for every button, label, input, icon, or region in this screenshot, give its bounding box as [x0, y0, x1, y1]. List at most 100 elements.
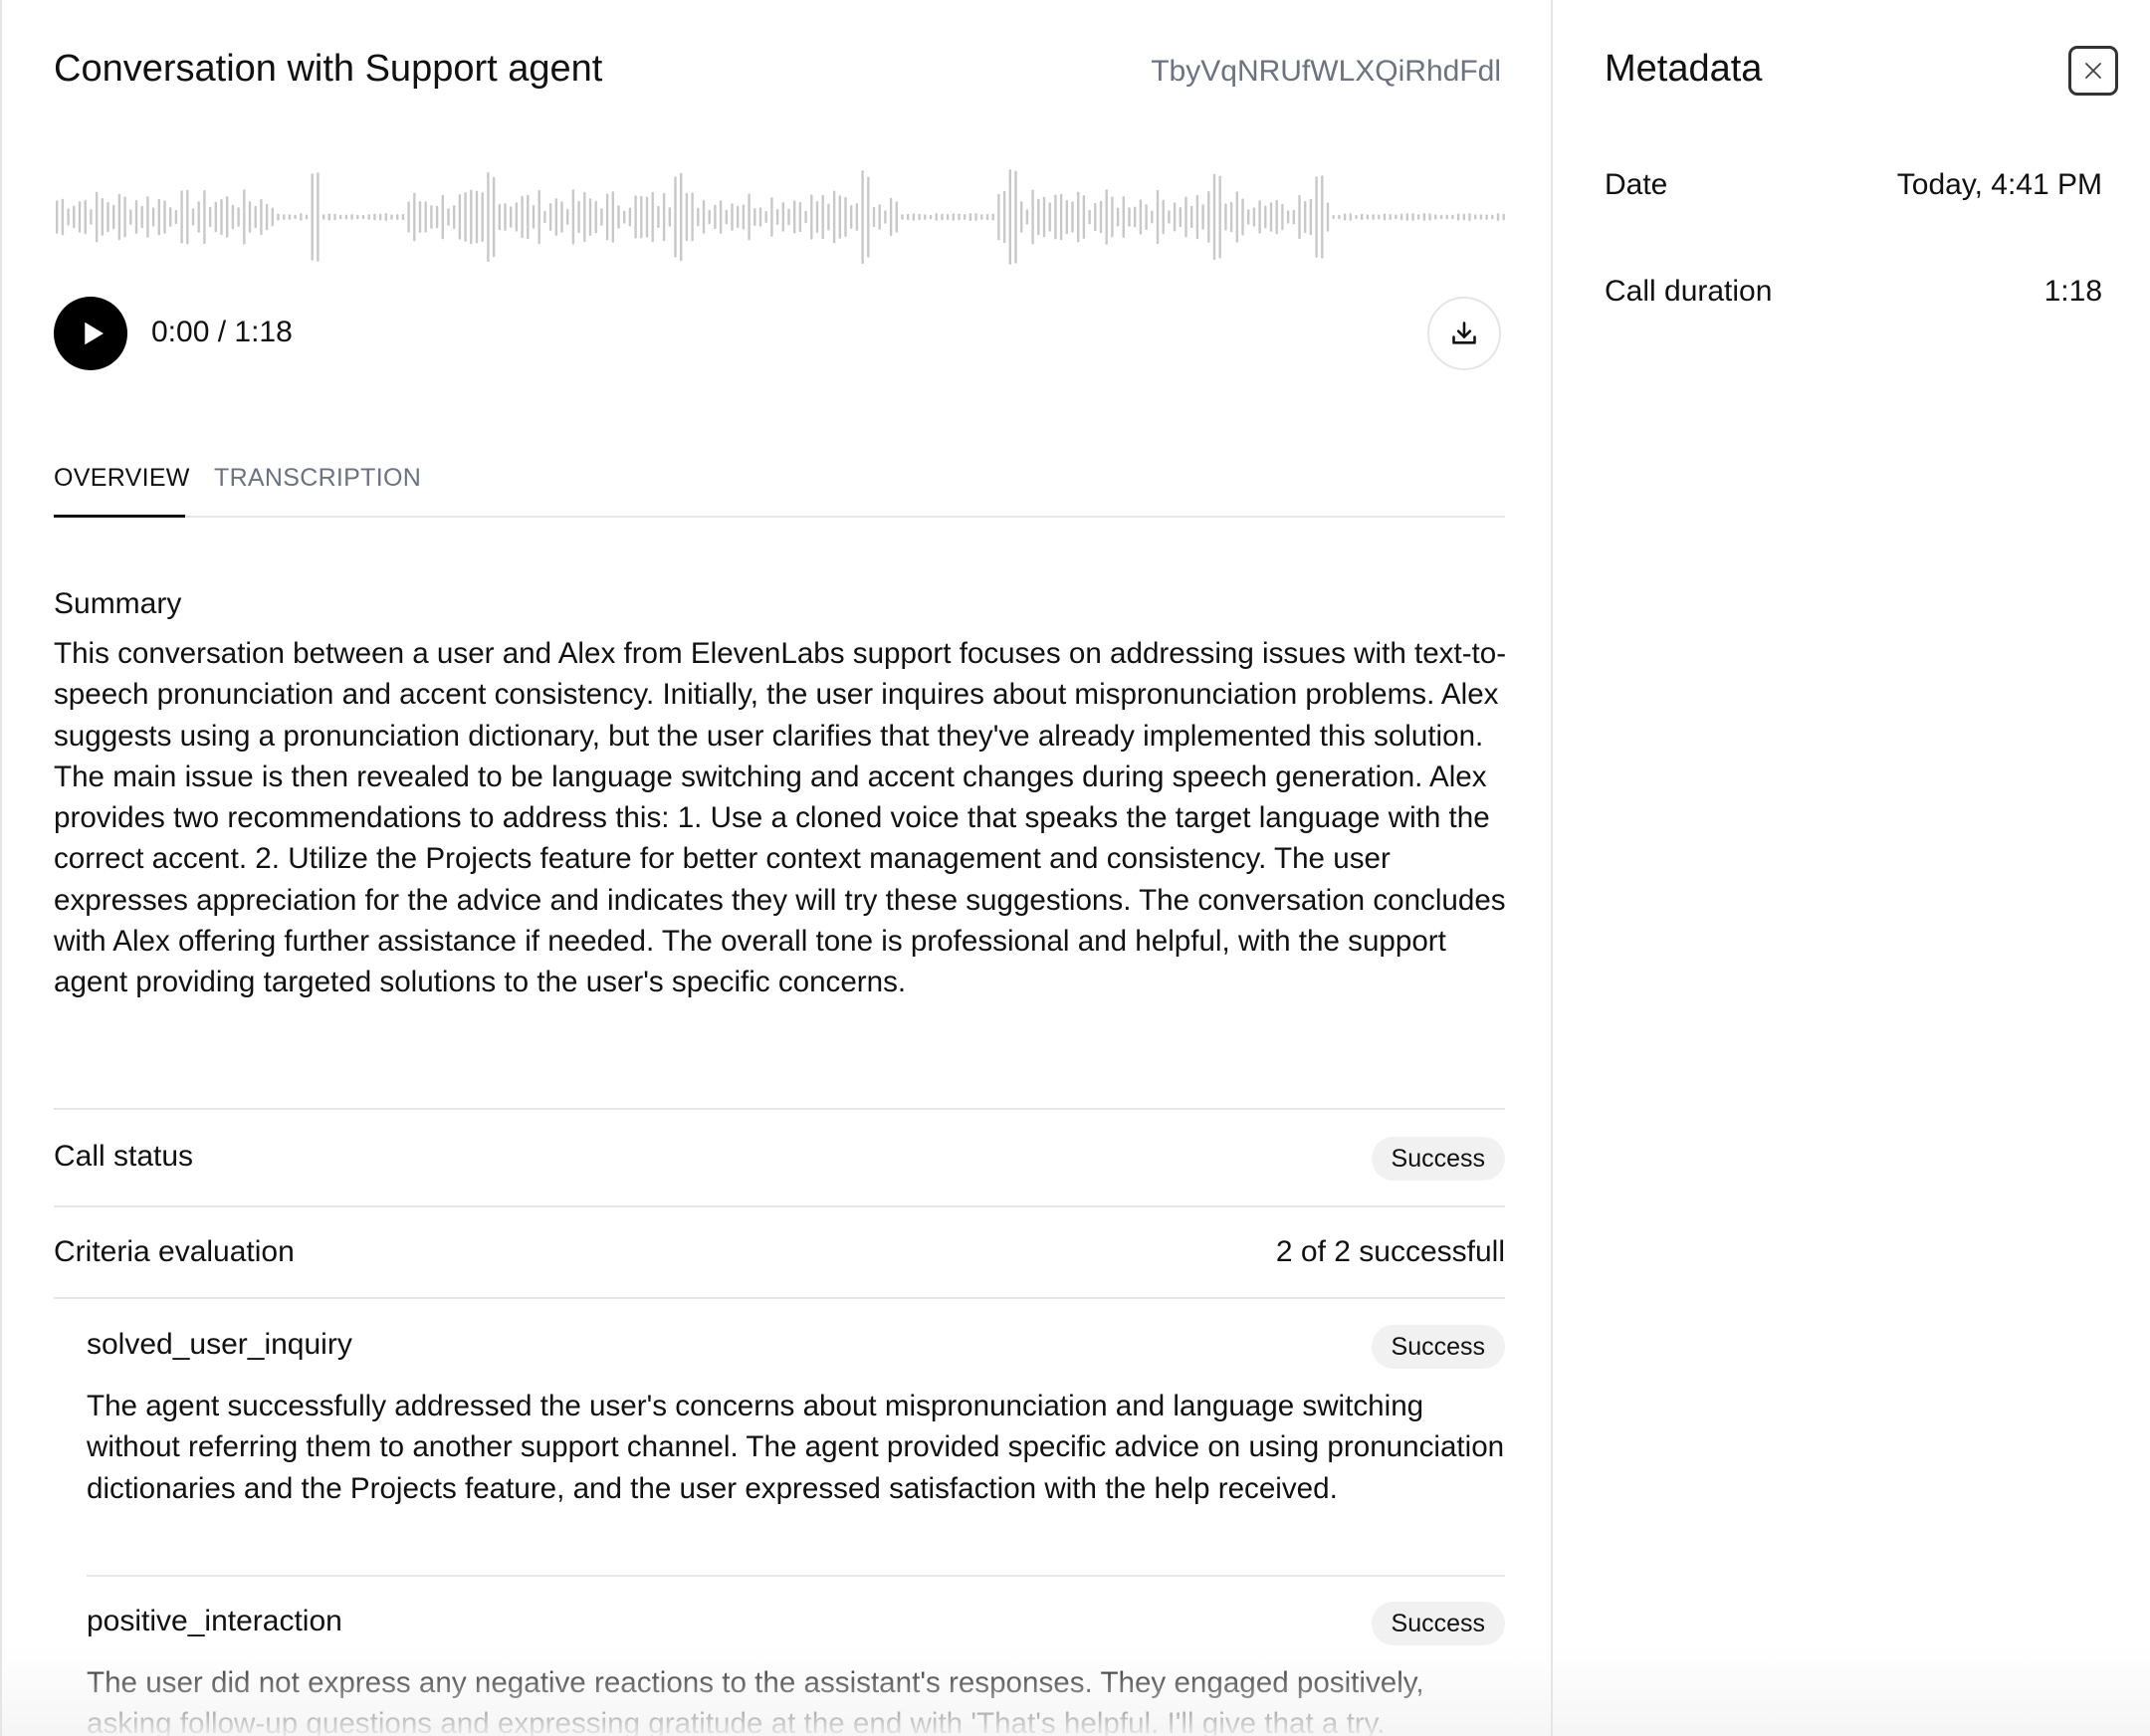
waveform-bar — [588, 198, 592, 236]
metadata-value: Today, 4:41 PM — [1896, 168, 2102, 201]
waveform-bar — [764, 211, 767, 223]
waveform-bar — [1361, 213, 1364, 220]
tab-overview[interactable]: OVERVIEW — [54, 464, 190, 493]
waveform-bar — [1264, 205, 1267, 229]
waveform-bar — [464, 192, 467, 242]
waveform-bar — [941, 213, 944, 221]
conversation-panel: Conversation with Support agent TbyVqNRU… — [0, 0, 1553, 1736]
waveform-bar — [361, 214, 365, 220]
waveform-bar — [424, 201, 427, 233]
waveform-bar — [804, 210, 807, 224]
waveform-bar — [1082, 195, 1086, 239]
waveform-bar — [1179, 207, 1182, 228]
close-icon — [2085, 63, 2101, 79]
waveform-bar — [731, 203, 734, 231]
waveform-bar — [1139, 199, 1143, 235]
waveform-bar — [1111, 196, 1114, 238]
close-button[interactable] — [2068, 46, 2118, 96]
waveform-bar — [248, 201, 252, 233]
play-icon — [85, 322, 104, 345]
waveform-bar — [214, 201, 217, 233]
waveform-bar — [691, 192, 694, 242]
waveform-bar — [668, 207, 671, 227]
waveform-bar — [157, 198, 160, 236]
waveform-bar — [1042, 196, 1046, 238]
playback-time: 0:00 / 1:18 — [151, 316, 293, 348]
waveform-bar — [1184, 196, 1187, 238]
waveform-bar — [964, 214, 967, 220]
waveform-bar — [1298, 194, 1301, 240]
summary-heading: Summary — [54, 587, 182, 620]
waveform-bar — [697, 207, 700, 227]
waveform-bar — [112, 204, 115, 230]
waveform-bar — [1309, 198, 1313, 236]
waveform-bar — [208, 206, 212, 228]
waveform-bar — [1031, 189, 1034, 245]
waveform-bar — [657, 205, 660, 228]
waveform-bar — [577, 201, 580, 234]
waveform-bar — [1168, 210, 1171, 224]
waveform-bar — [1008, 169, 1011, 265]
waveform-bar — [867, 176, 870, 258]
waveform-bar — [1002, 190, 1006, 244]
waveform-bar — [907, 213, 910, 221]
waveform-bar — [1343, 213, 1347, 221]
metadata-row-date: Date Today, 4:41 PM — [1605, 168, 2102, 208]
waveform-bar — [702, 200, 706, 234]
waveform-bar — [600, 208, 603, 226]
call-status-row: Call status Success — [54, 1108, 1505, 1203]
waveform-bar — [1258, 200, 1261, 234]
waveform-bar — [1162, 199, 1165, 235]
waveform-bar — [407, 201, 410, 233]
waveform-bar — [1422, 213, 1426, 221]
waveform-bar — [952, 213, 955, 221]
audio-waveform[interactable] — [54, 167, 1505, 267]
waveform-bar — [390, 214, 393, 220]
waveform-bar — [1134, 206, 1137, 228]
waveform-bar — [231, 204, 235, 230]
waveform-bar — [447, 208, 450, 226]
criterion-status-badge: Success — [1371, 1325, 1505, 1369]
waveform-bar — [1462, 213, 1465, 221]
waveform-bar — [430, 205, 433, 229]
play-button[interactable] — [54, 297, 127, 370]
waveform-bar — [163, 200, 166, 234]
waveform-bar — [1014, 170, 1017, 264]
waveform-bar — [1020, 201, 1023, 233]
waveform-bar — [685, 192, 689, 242]
waveform-bar — [458, 194, 462, 240]
waveform-bar — [918, 213, 921, 220]
waveform-bar — [1304, 201, 1307, 234]
waveform-bar — [174, 209, 178, 225]
waveform-bar — [277, 213, 280, 221]
waveform-bar — [798, 201, 802, 233]
waveform-bar — [197, 201, 200, 233]
tab-transcription[interactable]: TRANSCRIPTION — [214, 464, 421, 493]
waveform-bar — [844, 196, 847, 237]
waveform-bar — [634, 195, 637, 239]
waveform-bar — [413, 192, 416, 242]
tab-bar: OVERVIEW TRANSCRIPTION — [54, 438, 1505, 518]
waveform-bar — [350, 214, 353, 220]
waveform-bar — [435, 205, 439, 229]
waveform-bar — [611, 191, 614, 243]
waveform-bar — [1292, 209, 1295, 225]
waveform-bar — [1218, 175, 1221, 259]
waveform-bar — [1326, 202, 1330, 232]
waveform-bar — [628, 207, 632, 227]
waveform-bar — [191, 208, 195, 226]
waveform-bar — [117, 193, 121, 241]
waveform-bar — [226, 196, 229, 238]
waveform-bar — [169, 207, 172, 227]
metadata-panel: Metadata Date Today, 4:41 PM Call durati… — [1553, 0, 2150, 1736]
waveform-bar — [1099, 200, 1103, 234]
waveform-bar — [61, 198, 65, 236]
summary-text: This conversation between a user and Ale… — [54, 637, 1507, 999]
waveform-bar — [521, 195, 524, 239]
waveform-bar — [254, 205, 257, 229]
download-icon — [1452, 322, 1476, 344]
waveform-bar — [1128, 207, 1131, 227]
download-button[interactable] — [1427, 297, 1501, 370]
waveform-bar — [288, 214, 292, 220]
waveform-bar — [566, 209, 569, 225]
